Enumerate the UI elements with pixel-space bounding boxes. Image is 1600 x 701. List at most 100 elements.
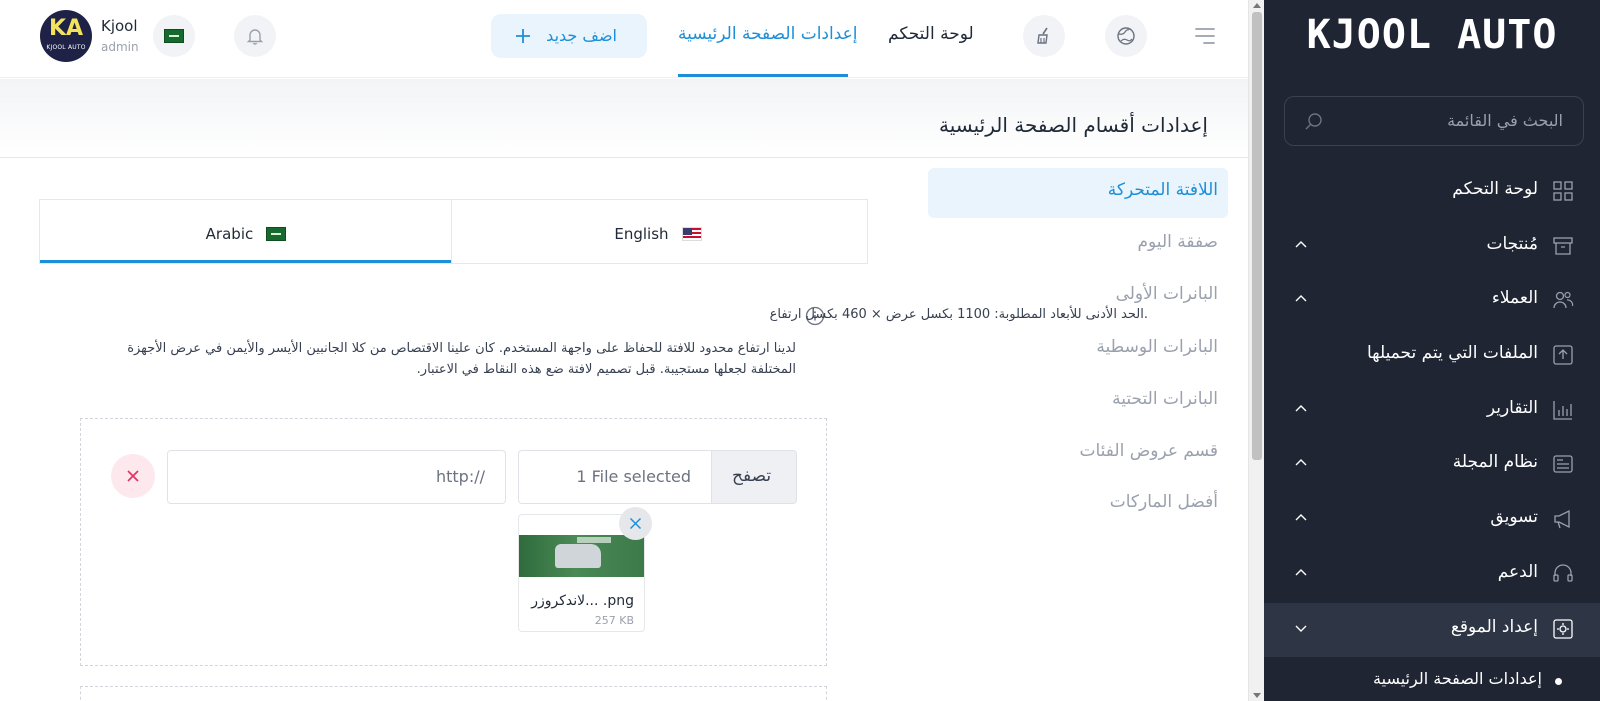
browse-label: تصفح: [732, 466, 772, 486]
add-new-label: اضف جديد: [546, 26, 617, 45]
chevron-up-icon: [1295, 241, 1307, 248]
file-input[interactable]: 1 File selected: [518, 450, 712, 504]
chevron-up-icon: [1295, 295, 1307, 302]
sidebar-item-label: التقارير: [1486, 398, 1538, 418]
add-new-button[interactable]: اضف جديد: [491, 14, 647, 58]
sidebar-item-website-setup[interactable]: إعداد الموقع: [1264, 603, 1600, 657]
headset-icon: [1553, 564, 1573, 582]
gear-icon: [1553, 619, 1573, 639]
language-flag-button[interactable]: [153, 15, 195, 57]
upload-area-next: [80, 686, 827, 701]
section-item-slider[interactable]: اللافتة المتحركة: [928, 168, 1228, 218]
sidebar-item-label: لوحة التحكم: [1452, 179, 1538, 199]
saudi-flag-icon: [164, 29, 184, 43]
globe-icon: [1117, 27, 1135, 45]
page-header: إعدادات أقسام الصفحة الرئيسية: [0, 79, 1248, 158]
topbar: KA KJOOL AUTO Kjool admin اضف جديد إعداد…: [0, 0, 1248, 78]
us-flag-icon: [681, 226, 702, 241]
thumbnail-car: [555, 544, 601, 568]
notifications-button[interactable]: [234, 15, 276, 57]
active-tab-indicator: [678, 74, 848, 77]
archive-box-icon: [1553, 237, 1573, 255]
section-item-bottom-banners[interactable]: البانرات التحتية: [928, 377, 1228, 427]
section-label: اللافتة المتحركة: [1107, 180, 1218, 200]
sidebar-item-label: تسويق: [1490, 507, 1538, 527]
avatar[interactable]: KA KJOOL AUTO: [40, 10, 92, 62]
sidebar-item-customers[interactable]: العملاء: [1264, 274, 1600, 328]
sidebar-item-support[interactable]: الدعم: [1264, 548, 1600, 602]
avatar-sub: KJOOL AUTO: [46, 44, 86, 51]
file-name: لاندكروزر... .png: [531, 593, 634, 609]
chevron-up-icon: [1295, 514, 1307, 521]
broom-icon: [1037, 27, 1048, 44]
file-size: 257 KB: [594, 614, 634, 627]
chevron-up-icon: [1295, 405, 1307, 412]
dimension-requirement: الحد الأدنى للأبعاد المطلوبة: 1100 بكسل …: [769, 307, 1148, 322]
chevron-down-icon: [1295, 625, 1307, 632]
dashboard-icon: [1553, 181, 1573, 201]
sidebar-item-label: نظام المجلة: [1452, 452, 1538, 472]
search-icon: [1305, 113, 1322, 130]
user-role: admin: [101, 40, 139, 54]
sidebar-item-reports[interactable]: التقارير: [1264, 384, 1600, 438]
section-label: أفضل الماركات: [1109, 492, 1218, 512]
sidebar-item-label: الملفات التي يتم تحميلها: [1366, 343, 1538, 363]
plus-icon: [516, 29, 530, 43]
page-title: إعدادات أقسام الصفحة الرئيسية: [939, 113, 1208, 137]
browse-button[interactable]: تصفح: [712, 450, 797, 504]
sidebar-search-input[interactable]: البحث في القائمة: [1284, 96, 1584, 146]
bar-chart-icon: [1553, 401, 1572, 420]
section-label: البانرات التحتية: [1112, 389, 1218, 409]
link-url-input[interactable]: http://: [167, 450, 506, 504]
sidebar-item-label: العملاء: [1491, 288, 1538, 308]
section-label: صفقة اليوم: [1137, 232, 1219, 252]
sidebar-item-dashboard[interactable]: لوحة التحكم: [1264, 165, 1600, 219]
section-label: قسم عروض الفئات: [1079, 441, 1218, 461]
sidebar-item-label: مُنتجات: [1486, 234, 1538, 254]
section-item-best-brands[interactable]: أفضل الماركات: [928, 480, 1228, 530]
chevron-up-icon: [1295, 459, 1307, 466]
bell-icon: [246, 29, 264, 45]
menu-toggle-button[interactable]: [1192, 24, 1218, 48]
tab-arabic[interactable]: Arabic: [40, 200, 452, 263]
newspaper-icon: [1553, 455, 1573, 473]
section-label: البانرات الأولى: [1115, 284, 1218, 304]
section-item-category-offers[interactable]: قسم عروض الفئات: [928, 429, 1228, 479]
megaphone-icon: [1554, 509, 1570, 529]
brand-logo: KJOOL AUTO: [1306, 12, 1558, 58]
close-icon: [127, 470, 139, 482]
hamburger-icon: [1195, 28, 1215, 44]
saudi-flag-icon: [266, 226, 287, 241]
sidebar-subitem-home-settings[interactable]: إعدادات الصفحة الرئيسية: [1264, 659, 1600, 701]
clean-cache-button[interactable]: [1023, 15, 1065, 57]
users-icon: [1553, 291, 1574, 309]
thumbnail-text-block: [577, 537, 611, 543]
banner-note: لدينا ارتفاع محدود للافتة للحفاظ على واج…: [127, 341, 796, 377]
sidebar-item-products[interactable]: مُنتجات: [1264, 220, 1600, 274]
sidebar-item-uploaded-files[interactable]: الملفات التي يتم تحميلها: [1264, 329, 1600, 383]
page-scrollbar[interactable]: [1248, 0, 1264, 701]
tab-english[interactable]: English: [452, 200, 864, 263]
section-item-deal-of-day[interactable]: صفقة اليوم: [928, 220, 1228, 270]
sidebar-item-label: إعداد الموقع: [1450, 617, 1538, 637]
sidebar-item-marketing[interactable]: تسويق: [1264, 493, 1600, 547]
section-item-middle-banners[interactable]: البانرات الوسطية: [928, 325, 1228, 375]
user-name: Kjool: [101, 17, 138, 35]
view-website-button[interactable]: [1105, 15, 1147, 57]
bullet-icon: [1555, 678, 1562, 685]
remove-row-button[interactable]: [111, 454, 155, 498]
url-placeholder: http://: [435, 467, 485, 486]
scrollbar-thumb[interactable]: [1252, 12, 1262, 460]
search-placeholder: البحث في القائمة: [1447, 111, 1563, 130]
sidebar-item-blog[interactable]: نظام المجلة: [1264, 438, 1600, 492]
language-tabs: Arabic English: [39, 199, 868, 264]
sidebar-subitem-label: إعدادات الصفحة الرئيسية: [1373, 669, 1542, 688]
tab-english-label: English: [614, 224, 669, 243]
file-selected-text: 1 File selected: [576, 467, 691, 486]
scroll-down-arrow-icon[interactable]: [1253, 693, 1261, 699]
remove-file-button[interactable]: [619, 507, 652, 540]
upload-icon: [1553, 345, 1573, 365]
scroll-up-arrow-icon[interactable]: [1253, 2, 1261, 8]
tab-home-settings[interactable]: إعدادات الصفحة الرئيسية: [678, 24, 858, 44]
tab-dashboard[interactable]: لوحة التحكم: [888, 24, 974, 44]
